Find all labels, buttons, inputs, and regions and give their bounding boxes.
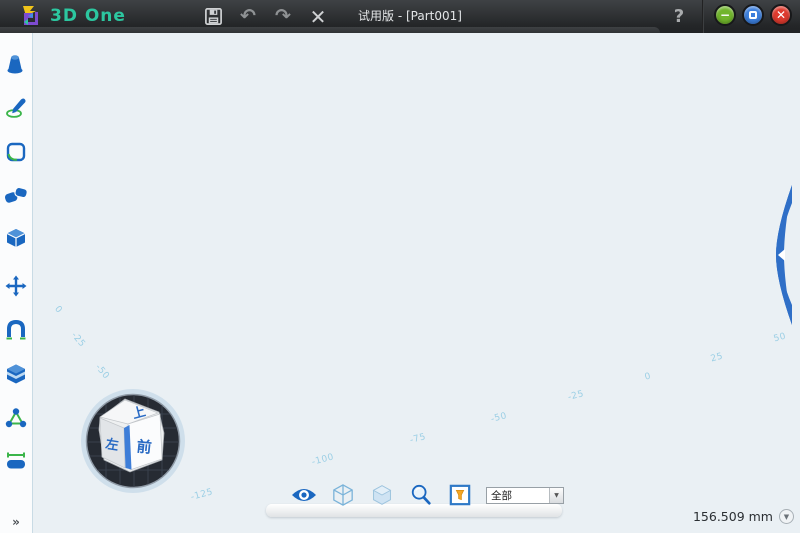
zoom-button[interactable] — [408, 482, 434, 508]
maximize-icon — [749, 11, 757, 19]
save-button[interactable] — [200, 4, 226, 30]
selection-filter-icon — [449, 484, 471, 506]
grid-axis-x0 — [129, 199, 786, 341]
move-transform-icon — [4, 274, 28, 298]
grid-x-tick: 25 — [710, 352, 725, 365]
grid-x-tick: -25 — [567, 389, 585, 403]
shaded-cube-icon — [371, 484, 393, 506]
sidebar-expand-button[interactable]: » — [12, 515, 20, 529]
selection-filter-button[interactable] — [447, 482, 473, 508]
sidebar-item-sketch-shapes[interactable] — [1, 137, 31, 167]
sidebar-item-measure[interactable] — [1, 445, 31, 475]
magnifier-icon — [410, 484, 432, 506]
redo-icon: ↷ — [275, 7, 291, 26]
deform-bend-icon — [4, 318, 28, 342]
title-bar: 3D One ↶ ↷ ✕ 试用版 - [Part001] ? − ✕ — [0, 0, 800, 33]
feature-modeling-icon — [3, 184, 29, 208]
selection-filter-value: 全部 — [487, 488, 549, 503]
grid-y-tick: -50 — [93, 363, 111, 382]
grid-x-tick: -125 — [190, 487, 214, 502]
tool-sidebar: » — [0, 33, 33, 533]
titlebar-divider — [702, 0, 704, 33]
sidebar-item-assembly[interactable] — [1, 403, 31, 433]
view-cube[interactable]: 上 左 前 — [80, 388, 186, 494]
chevron-down-icon: ▼ — [784, 513, 789, 521]
sketch-draw-icon — [4, 96, 28, 120]
grid-y-tick: 0 — [52, 304, 64, 315]
wireframe-view-button[interactable] — [330, 482, 356, 508]
minimize-icon: − — [720, 9, 730, 21]
scale-display: 156.509 mm ▼ — [693, 509, 794, 524]
sidebar-item-feature-modeling[interactable] — [1, 181, 31, 211]
window-close-icon: ✕ — [776, 9, 786, 21]
app-logo-text: 3D One — [50, 6, 126, 26]
grid-axis-y0 — [349, 137, 740, 342]
scale-value: 156.509 mm — [693, 509, 773, 524]
display-toolbar: 全部 ▼ — [291, 482, 564, 508]
special-effects-icon — [4, 226, 28, 250]
selection-filter-dropdown[interactable]: 全部 ▼ — [486, 487, 564, 504]
app-logo-icon — [20, 4, 42, 28]
sidebar-item-deform-bend[interactable] — [1, 315, 31, 345]
assembly-icon — [4, 406, 28, 430]
shaded-view-button[interactable] — [369, 482, 395, 508]
view-cube-front-label: 前 — [136, 437, 153, 456]
visibility-button[interactable] — [291, 482, 317, 508]
pattern-array-icon — [4, 362, 28, 386]
wireframe-cube-icon — [332, 483, 354, 507]
undo-button[interactable]: ↶ — [235, 4, 261, 30]
window-minimize-button[interactable]: − — [714, 4, 736, 26]
measure-icon — [4, 448, 28, 472]
primitive-solids-icon — [4, 52, 28, 76]
eye-icon — [291, 486, 317, 504]
sidebar-item-pattern-array[interactable] — [1, 359, 31, 389]
grid-y-tick: -25 — [69, 331, 87, 350]
help-button[interactable]: ? — [666, 2, 692, 30]
sidebar-item-special-effects[interactable] — [1, 223, 31, 253]
sidebar-item-primitive-solids[interactable] — [1, 49, 31, 79]
app-logo: 3D One — [20, 4, 126, 28]
grid-x-tick: -75 — [409, 432, 427, 446]
right-panel-flap[interactable] — [770, 185, 798, 325]
viewport-canvas[interactable]: -125 -100 -75 -50 -25 0 25 50 0 -25 -50 上 左 前 — [33, 30, 800, 533]
redo-button[interactable]: ↷ — [270, 4, 296, 30]
grid-x-tick: -100 — [311, 452, 335, 467]
sidebar-item-move-transform[interactable] — [1, 271, 31, 301]
dropdown-arrow-icon[interactable]: ▼ — [549, 488, 563, 503]
grid-x-tick: 0 — [644, 371, 653, 382]
grid-x-tick: 50 — [773, 332, 788, 345]
undo-icon: ↶ — [240, 7, 256, 26]
scale-dropdown-button[interactable]: ▼ — [779, 509, 794, 524]
document-title: 试用版 - [Part001] — [300, 0, 520, 30]
window-close-button[interactable]: ✕ — [770, 4, 792, 26]
save-icon — [204, 7, 223, 26]
view-cube-left-label: 左 — [104, 436, 119, 454]
sketch-shapes-icon — [4, 140, 28, 164]
window-maximize-button[interactable] — [742, 4, 764, 26]
sidebar-item-sketch-draw[interactable] — [1, 93, 31, 123]
grid-x-tick: -50 — [490, 411, 508, 425]
